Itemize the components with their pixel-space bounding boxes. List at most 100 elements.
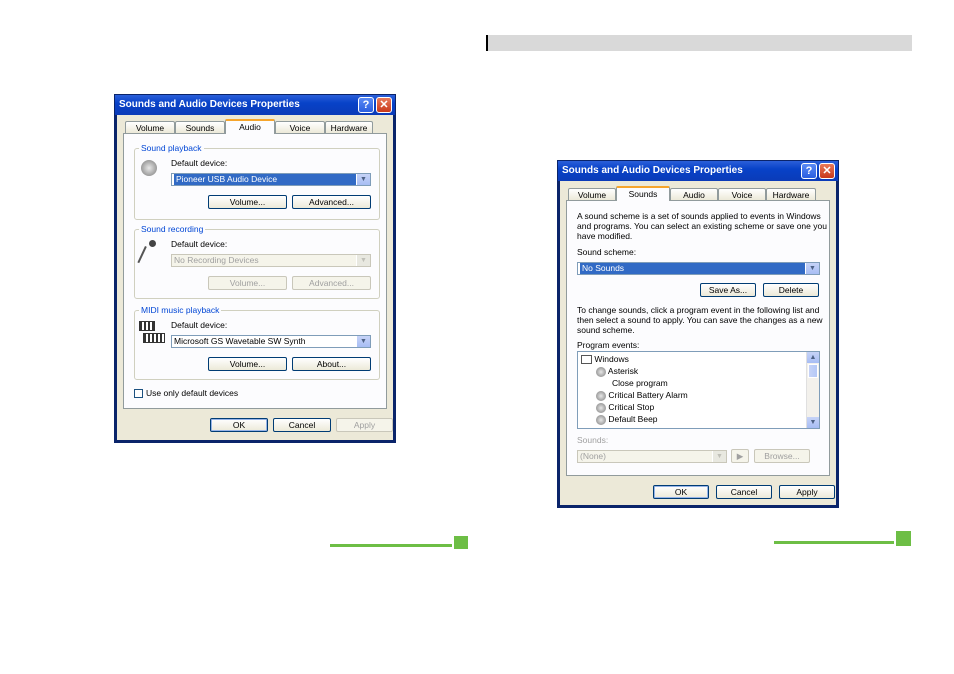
about-button[interactable]: About... [292,357,371,371]
selected-value: No Recording Devices [174,255,259,265]
event-label: Asterisk [607,366,639,376]
window-icon [581,355,592,365]
apply-button[interactable]: Apply [336,418,393,432]
midi-keyboard-icon [139,321,165,343]
event-label: Windows [594,354,629,364]
selected-value: Microsoft GS Wavetable SW Synth [174,336,306,346]
sound-recording-group: Sound recording Default device: No Recor… [134,224,380,299]
tab-volume[interactable]: Volume [568,188,616,200]
selected-value: Pioneer USB Audio Device [174,174,356,185]
audio-tab-panel: Sound playback Default device: Pioneer U… [123,133,387,409]
tab-hardware[interactable]: Hardware [325,121,373,133]
speaker-icon [596,390,606,401]
chevron-down-icon[interactable]: ▼ [805,263,819,274]
ok-button[interactable]: OK [210,418,268,432]
advanced-button[interactable]: Advanced... [292,195,371,209]
cancel-button[interactable]: Cancel [273,418,331,432]
list-item[interactable]: Windows [581,354,629,365]
group-title: Sound recording [139,224,206,234]
scroll-up-icon[interactable]: ▲ [807,352,819,363]
use-only-default-checkbox[interactable] [134,389,143,398]
instruction-line: then select a sound to apply. You can sa… [577,315,823,325]
default-device-label: Default device: [171,320,228,330]
help-icon[interactable]: ? [358,97,374,113]
audio-properties-dialog: Sounds and Audio Devices Properties ? ✕ … [114,94,396,443]
play-icon: ▶ [736,451,744,461]
speaker-icon [596,366,606,377]
scroll-down-icon[interactable]: ▼ [807,417,819,428]
list-item[interactable]: Close program [612,378,668,388]
tab-audio[interactable]: Audio [670,188,718,200]
chevron-down-icon[interactable]: ▼ [356,255,370,266]
program-events-label: Program events: [577,340,640,350]
tab-hardware[interactable]: Hardware [766,188,816,200]
group-title: Sound playback [139,143,204,153]
selected-value: (None) [580,451,606,461]
event-label: Default Beep [608,414,658,424]
apply-button[interactable]: Apply [779,485,835,499]
speaker-icon [596,414,606,425]
ok-button[interactable]: OK [653,485,709,499]
events-scrollbar[interactable]: ▲ ▼ [806,352,819,428]
close-icon[interactable]: ✕ [376,97,392,113]
tab-voice[interactable]: Voice [718,188,766,200]
instruction-line: To change sounds, click a program event … [577,305,820,315]
speaker-icon [141,160,157,176]
tab-sounds[interactable]: Sounds [175,121,225,133]
group-title: MIDI music playback [139,305,222,315]
program-events-list[interactable]: Windows Asterisk Close program Critical … [577,351,820,429]
description-line: have modified. [577,231,633,241]
speaker-icon [596,402,606,413]
sound-playback-group: Sound playback Default device: Pioneer U… [134,143,380,220]
tab-voice[interactable]: Voice [275,121,325,133]
microphone-icon [137,240,157,266]
sound-scheme-label: Sound scheme: [577,247,637,257]
playback-device-select[interactable]: Pioneer USB Audio Device ▼ [171,173,371,186]
recording-advanced-button[interactable]: Advanced... [292,276,371,290]
sound-scheme-select[interactable]: No Sounds ▼ [577,262,820,275]
sounds-properties-dialog: Sounds and Audio Devices Properties ? ✕ … [557,160,839,508]
dialog-title: Sounds and Audio Devices Properties [558,161,838,181]
default-device-label: Default device: [171,158,228,168]
help-icon[interactable]: ? [801,163,817,179]
list-item[interactable]: Critical Battery Alarm [596,390,688,401]
chevron-down-icon[interactable]: ▼ [712,451,726,462]
cancel-button[interactable]: Cancel [716,485,772,499]
save-as-button[interactable]: Save As... [700,283,756,297]
list-item[interactable]: Critical Stop [596,402,654,413]
play-button[interactable]: ▶ [731,449,749,463]
chevron-down-icon[interactable]: ▼ [356,174,370,185]
description-line: A sound scheme is a set of sounds applie… [577,211,821,221]
delete-button[interactable]: Delete [763,283,819,297]
tab-volume[interactable]: Volume [125,121,175,133]
tab-sounds[interactable]: Sounds [616,186,670,201]
browse-button[interactable]: Browse... [754,449,810,463]
midi-volume-button[interactable]: Volume... [208,357,287,371]
description-line: and programs. You can select an existing… [577,221,827,231]
default-device-label: Default device: [171,239,228,249]
dialog-title: Sounds and Audio Devices Properties [115,95,395,115]
sounds-tab-panel: A sound scheme is a set of sounds applie… [566,200,830,476]
tab-audio[interactable]: Audio [225,119,275,134]
event-label: Critical Battery Alarm [608,390,688,400]
selected-value: No Sounds [580,263,805,274]
chevron-down-icon[interactable]: ▼ [356,336,370,347]
footer-square-right [896,531,911,546]
recording-volume-button[interactable]: Volume... [208,276,287,290]
volume-button[interactable]: Volume... [208,195,287,209]
event-label: Critical Stop [608,402,655,412]
list-item[interactable]: Default Beep [596,414,658,425]
close-icon[interactable]: ✕ [819,163,835,179]
footer-accent-right [774,541,894,544]
event-label: Close program [612,378,668,388]
footer-square-left [454,536,468,549]
scroll-thumb[interactable] [808,364,818,378]
header-bar [486,35,912,51]
use-only-default-label[interactable]: Use only default devices [146,388,238,398]
midi-device-select[interactable]: Microsoft GS Wavetable SW Synth ▼ [171,335,371,348]
sounds-label: Sounds: [577,435,609,445]
footer-accent-left [330,544,452,547]
recording-device-select[interactable]: No Recording Devices ▼ [171,254,371,267]
list-item[interactable]: Asterisk [596,366,638,377]
sounds-select[interactable]: (None) ▼ [577,450,727,463]
